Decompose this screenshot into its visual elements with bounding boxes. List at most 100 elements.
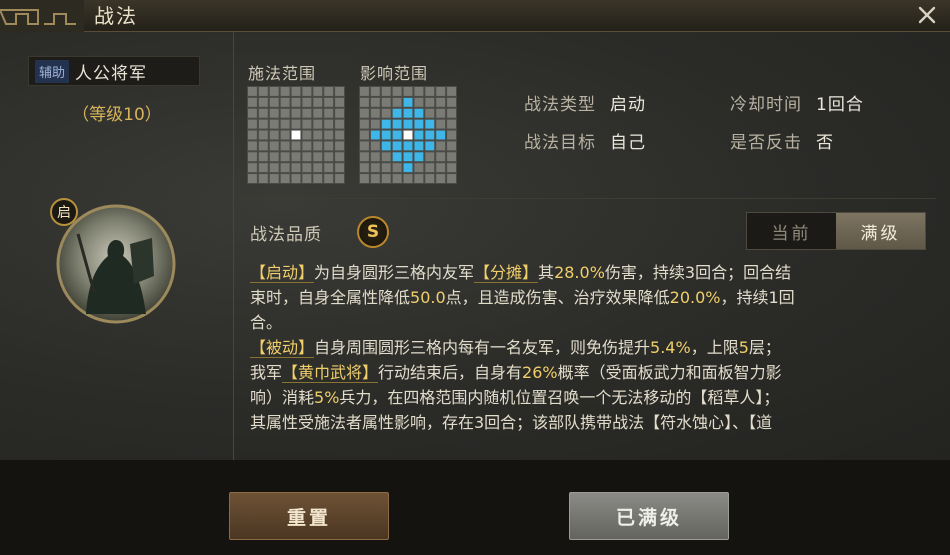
grid-cell xyxy=(370,174,380,184)
desc-number: 5.4% xyxy=(650,338,691,357)
desc-number: 20.0% xyxy=(669,288,721,307)
grid-cell xyxy=(359,119,369,129)
grid-cell xyxy=(436,97,446,107)
grid-cell xyxy=(291,163,301,173)
desc-text: 合。 xyxy=(250,313,283,332)
grid-cell xyxy=(436,119,446,129)
desc-text: 其属性受施法者属性影响，存在3回合；该部队携带战法【符水蚀心】、【道 xyxy=(250,413,773,432)
grid-cell xyxy=(324,130,334,140)
grid-cell xyxy=(258,174,268,184)
grid-cell xyxy=(392,86,402,96)
grid-cell xyxy=(324,152,334,162)
desc-text: 为自身圆形三格内友军 xyxy=(314,263,475,282)
grid-cell xyxy=(381,86,391,96)
grid-cell xyxy=(414,86,424,96)
grid-cell xyxy=(335,108,345,118)
grid-cell xyxy=(370,97,380,107)
grid-cell xyxy=(302,141,312,151)
grid-cell xyxy=(269,163,279,173)
cast-range-label: 施法范围 xyxy=(248,64,317,83)
grid-cell xyxy=(335,130,345,140)
quality-grade-badge: S xyxy=(357,216,389,248)
grid-cell xyxy=(247,130,257,140)
grid-cell xyxy=(324,119,334,129)
info-counterattack: 是否反击否 xyxy=(730,128,834,153)
grid-cell xyxy=(269,152,279,162)
grid-cell xyxy=(247,86,257,96)
grid-cell xyxy=(436,163,446,173)
grid-cell xyxy=(403,174,413,184)
grid-cell xyxy=(280,119,290,129)
grid-cell xyxy=(258,130,268,140)
grid-cell xyxy=(370,86,380,96)
grid-cell xyxy=(436,174,446,184)
grid-cell xyxy=(359,174,369,184)
grid-cell xyxy=(280,174,290,184)
grid-cell xyxy=(258,108,268,118)
effect-range-grid xyxy=(359,86,457,184)
grid-cell xyxy=(335,163,345,173)
grid-cell xyxy=(302,152,312,162)
grid-cell xyxy=(335,86,345,96)
grid-cell xyxy=(436,152,446,162)
grid-cell xyxy=(324,108,334,118)
grid-cell xyxy=(291,174,301,184)
grid-cell xyxy=(302,86,312,96)
grid-cell xyxy=(291,119,301,129)
grid-cell xyxy=(324,86,334,96)
grid-cell xyxy=(370,108,380,118)
grid-cell xyxy=(447,163,457,173)
toggle-max-level[interactable]: 满级 xyxy=(836,213,925,249)
grid-cell xyxy=(335,174,345,184)
grid-cell xyxy=(313,130,323,140)
grid-cell xyxy=(381,97,391,107)
info-cooldown: 冷却时间 1回合 xyxy=(730,90,864,115)
grid-cell xyxy=(302,130,312,140)
grid-cell xyxy=(425,86,435,96)
grid-cell xyxy=(302,108,312,118)
desc-line: 【启动】为自身圆形三格内友军【分摊】其28.0%伤害，持续3回合；回合结 xyxy=(250,260,938,285)
effect-range-label: 影响范围 xyxy=(360,64,429,83)
close-button[interactable] xyxy=(910,0,944,30)
desc-number: 50.0 xyxy=(410,288,446,307)
grid-cell xyxy=(247,174,257,184)
grid-cell xyxy=(269,97,279,107)
grid-cell xyxy=(269,119,279,129)
grid-cell xyxy=(280,141,290,151)
grid-cell xyxy=(447,174,457,184)
grid-cell xyxy=(335,152,345,162)
grid-cell xyxy=(392,108,402,118)
ornament-icon xyxy=(0,0,84,32)
grid-cell-center xyxy=(291,130,301,140)
desc-text: 点，且造成伤害、治疗效果降低 xyxy=(445,288,670,307)
skill-description[interactable]: 【启动】为自身圆形三格内友军【分摊】其28.0%伤害，持续3回合；回合结 束时，… xyxy=(250,260,938,460)
desc-line: 【被动】自身周围圆形三格内每有一名友军，则免伤提升5.4%，上限5层； xyxy=(250,335,938,360)
desc-text: 我军 xyxy=(250,363,283,382)
grid-cell xyxy=(370,130,380,140)
reset-button[interactable]: 重置 xyxy=(229,492,389,540)
general-portrait-image xyxy=(56,204,176,324)
close-icon xyxy=(918,6,936,24)
grid-cell xyxy=(447,86,457,96)
grid-cell xyxy=(447,108,457,118)
desc-text: 束时，自身全属性降低 xyxy=(250,288,411,307)
skill-panel: 辅助 人公将军 （等级10） 启 施法范围 影响范围 战法类型 启动 冷却时间 … xyxy=(0,32,950,460)
info-key: 战法目标 xyxy=(524,133,596,153)
grid-cell xyxy=(335,119,345,129)
grid-cell xyxy=(414,141,424,151)
grid-cell xyxy=(324,163,334,173)
level-toggle: 当前 满级 xyxy=(746,212,926,250)
general-name: 人公将军 xyxy=(75,63,148,84)
grid-cell xyxy=(403,86,413,96)
skill-portrait[interactable]: 启 xyxy=(50,198,176,324)
desc-text: 伤害，持续3回合；回合结 xyxy=(604,263,792,282)
maxed-button[interactable]: 已满级 xyxy=(569,492,729,540)
grid-cell xyxy=(324,141,334,151)
toggle-current[interactable]: 当前 xyxy=(747,213,836,249)
desc-text: 层； xyxy=(748,338,781,357)
grid-cell xyxy=(313,108,323,118)
desc-text: 响）消耗 xyxy=(250,388,315,407)
grid-cell xyxy=(302,119,312,129)
grid-cell xyxy=(291,108,301,118)
info-value: 否 xyxy=(816,133,834,153)
